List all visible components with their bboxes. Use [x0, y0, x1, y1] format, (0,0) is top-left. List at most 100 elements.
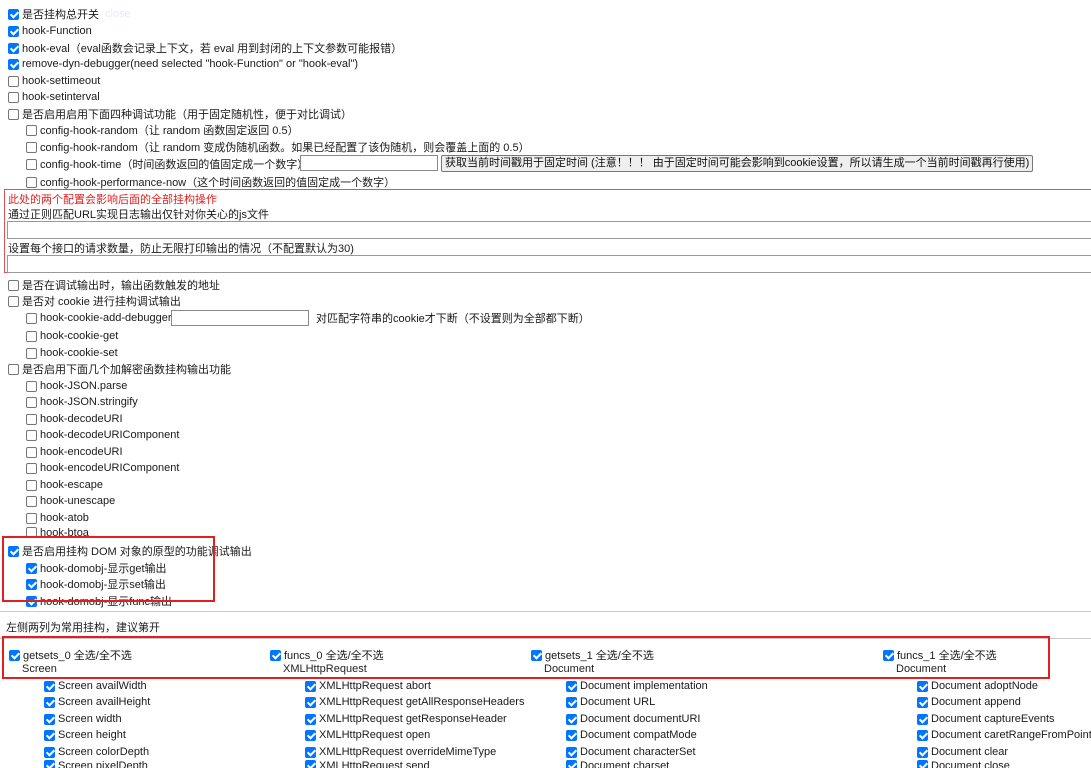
crypto-item[interactable]: hook-decodeURI [26, 411, 123, 427]
crypto-item-checkbox[interactable] [26, 512, 37, 524]
list-item-checkbox[interactable] [44, 696, 55, 708]
config-random-fixed-row[interactable]: config-hook-random（让 random 函数固定返回 0.5） [26, 122, 299, 138]
hook-setinterval-row[interactable]: hook-setinterval [8, 89, 100, 105]
list-item[interactable]: Document append [917, 694, 1021, 710]
list-item-checkbox[interactable] [566, 680, 577, 692]
crypto-hook-checkbox[interactable] [8, 363, 19, 375]
hook-function-checkbox[interactable] [8, 25, 19, 37]
cookie-add-debugger-row[interactable]: hook-cookie-add-debugger [26, 310, 171, 326]
config-random-pseudo-row[interactable]: config-hook-random（让 random 变成伪随机函数。如果已经… [26, 139, 530, 155]
output-trigger-address-checkbox[interactable] [8, 279, 19, 291]
cookie-hook-checkbox[interactable] [8, 295, 19, 307]
cookie-get-checkbox[interactable] [26, 330, 37, 342]
list-item[interactable]: XMLHttpRequest overrideMimeType [305, 744, 496, 760]
crypto-item-checkbox[interactable] [26, 429, 37, 441]
list-item[interactable]: Document implementation [566, 678, 708, 694]
crypto-item-checkbox[interactable] [26, 462, 37, 474]
list-item-checkbox[interactable] [305, 729, 316, 741]
list-item-checkbox[interactable] [305, 746, 316, 758]
list-item[interactable]: Document adoptNode [917, 678, 1038, 694]
list-item-checkbox[interactable] [566, 746, 577, 758]
list-item[interactable]: Screen width [44, 711, 122, 727]
crypto-item-checkbox[interactable] [26, 495, 37, 507]
list-item-checkbox[interactable] [44, 729, 55, 741]
list-item-checkbox[interactable] [305, 680, 316, 692]
url-regex-input[interactable] [7, 221, 1091, 239]
get-timestamp-button[interactable]: 获取当前时间戳用于固定时间 (注意！！！ 由于固定时间可能会影响到cookie设… [441, 155, 1034, 172]
crypto-item[interactable]: hook-escape [26, 477, 103, 493]
crypto-item-checkbox[interactable] [26, 413, 37, 425]
cookie-get-row[interactable]: hook-cookie-get [26, 328, 118, 344]
crypto-item[interactable]: hook-atob [26, 510, 89, 526]
crypto-item[interactable]: hook-JSON.stringify [26, 394, 138, 410]
request-limit-input[interactable] [7, 255, 1091, 273]
remove-dyn-debugger-checkbox[interactable] [8, 58, 19, 70]
config-random-pseudo-checkbox[interactable] [26, 141, 37, 153]
cookie-set-checkbox[interactable] [26, 347, 37, 359]
crypto-item[interactable]: hook-JSON.parse [26, 378, 127, 394]
list-item[interactable]: Document clear [917, 744, 1008, 760]
list-item[interactable]: Screen availWidth [44, 678, 147, 694]
list-item[interactable]: Screen height [44, 727, 126, 743]
config-time-checkbox[interactable] [26, 158, 37, 170]
list-item-checkbox[interactable] [305, 713, 316, 725]
master-switch-checkbox[interactable] [8, 8, 19, 20]
list-item[interactable]: Document caretRangeFromPoint [917, 727, 1091, 743]
hook-setinterval-checkbox[interactable] [8, 91, 19, 103]
crypto-item[interactable]: hook-encodeURI [26, 444, 123, 460]
hook-settimeout-checkbox[interactable] [8, 75, 19, 87]
list-item-checkbox[interactable] [305, 760, 316, 768]
crypto-item[interactable]: hook-encodeURIComponent [26, 460, 179, 476]
list-item[interactable]: XMLHttpRequest getAllResponseHeaders [305, 694, 524, 710]
list-item-checkbox[interactable] [917, 746, 928, 758]
list-item-checkbox[interactable] [566, 713, 577, 725]
cookie-match-input[interactable] [171, 310, 309, 326]
list-item[interactable]: Document URL [566, 694, 655, 710]
cookie-set-row[interactable]: hook-cookie-set [26, 345, 118, 361]
list-item[interactable]: Document documentURI [566, 711, 700, 727]
list-item-checkbox[interactable] [44, 713, 55, 725]
hook-eval-checkbox[interactable] [8, 42, 19, 54]
cookie-add-debugger-checkbox[interactable] [26, 312, 37, 324]
list-item[interactable]: XMLHttpRequest send [305, 760, 430, 768]
list-item-checkbox[interactable] [917, 729, 928, 741]
crypto-hook-row[interactable]: 是否启用下面几个加解密函数挂构输出功能 [8, 361, 231, 377]
config-performance-now-row[interactable]: config-hook-performance-now（这个时间函数返回的值固定… [26, 174, 395, 190]
list-item-checkbox[interactable] [566, 760, 577, 768]
config-time-row[interactable]: config-hook-time（时间函数返回的值固定成一个数字） [26, 156, 308, 172]
list-item[interactable]: Document characterSet [566, 744, 696, 760]
list-item[interactable]: XMLHttpRequest open [305, 727, 430, 743]
debug-features-checkbox[interactable] [8, 108, 19, 120]
config-random-fixed-checkbox[interactable] [26, 124, 37, 136]
list-item-checkbox[interactable] [566, 729, 577, 741]
crypto-item-checkbox[interactable] [26, 396, 37, 408]
list-item[interactable]: Document close [917, 760, 1010, 768]
master-switch-row[interactable]: 是否挂构总开关 close [8, 6, 131, 22]
list-item[interactable]: Document compatMode [566, 727, 697, 743]
hook-settimeout-row[interactable]: hook-settimeout [8, 73, 100, 89]
crypto-item[interactable]: hook-decodeURIComponent [26, 427, 179, 443]
hook-function-row[interactable]: hook-Function [8, 23, 92, 39]
list-item[interactable]: Document charset [566, 760, 669, 768]
list-item-checkbox[interactable] [566, 696, 577, 708]
list-item-checkbox[interactable] [917, 680, 928, 692]
remove-dyn-debugger-row[interactable]: remove-dyn-debugger(need selected "hook-… [8, 56, 358, 72]
list-item[interactable]: XMLHttpRequest abort [305, 678, 431, 694]
list-item[interactable]: XMLHttpRequest getResponseHeader [305, 711, 507, 727]
list-item[interactable]: Screen availHeight [44, 694, 150, 710]
list-item[interactable]: Screen colorDepth [44, 744, 149, 760]
crypto-item-checkbox[interactable] [26, 380, 37, 392]
crypto-item[interactable]: hook-unescape [26, 493, 115, 509]
list-item-checkbox[interactable] [917, 713, 928, 725]
hook-eval-row[interactable]: hook-eval（eval函数会记录上下文，若 eval 用到封闭的上下文参数… [8, 40, 402, 56]
fixed-time-input[interactable] [300, 155, 438, 171]
debug-features-row[interactable]: 是否启用启用下面四种调试功能（用于固定随机性，便于对比调试） [8, 106, 352, 122]
list-item-checkbox[interactable] [917, 696, 928, 708]
list-item-checkbox[interactable] [44, 746, 55, 758]
list-item[interactable]: Document captureEvents [917, 711, 1055, 727]
cookie-hook-row[interactable]: 是否对 cookie 进行挂构调试输出 [8, 293, 181, 309]
crypto-item-checkbox[interactable] [26, 446, 37, 458]
list-item-checkbox[interactable] [917, 760, 928, 768]
list-item-checkbox[interactable] [305, 696, 316, 708]
list-item[interactable]: Screen pixelDepth [44, 760, 148, 768]
